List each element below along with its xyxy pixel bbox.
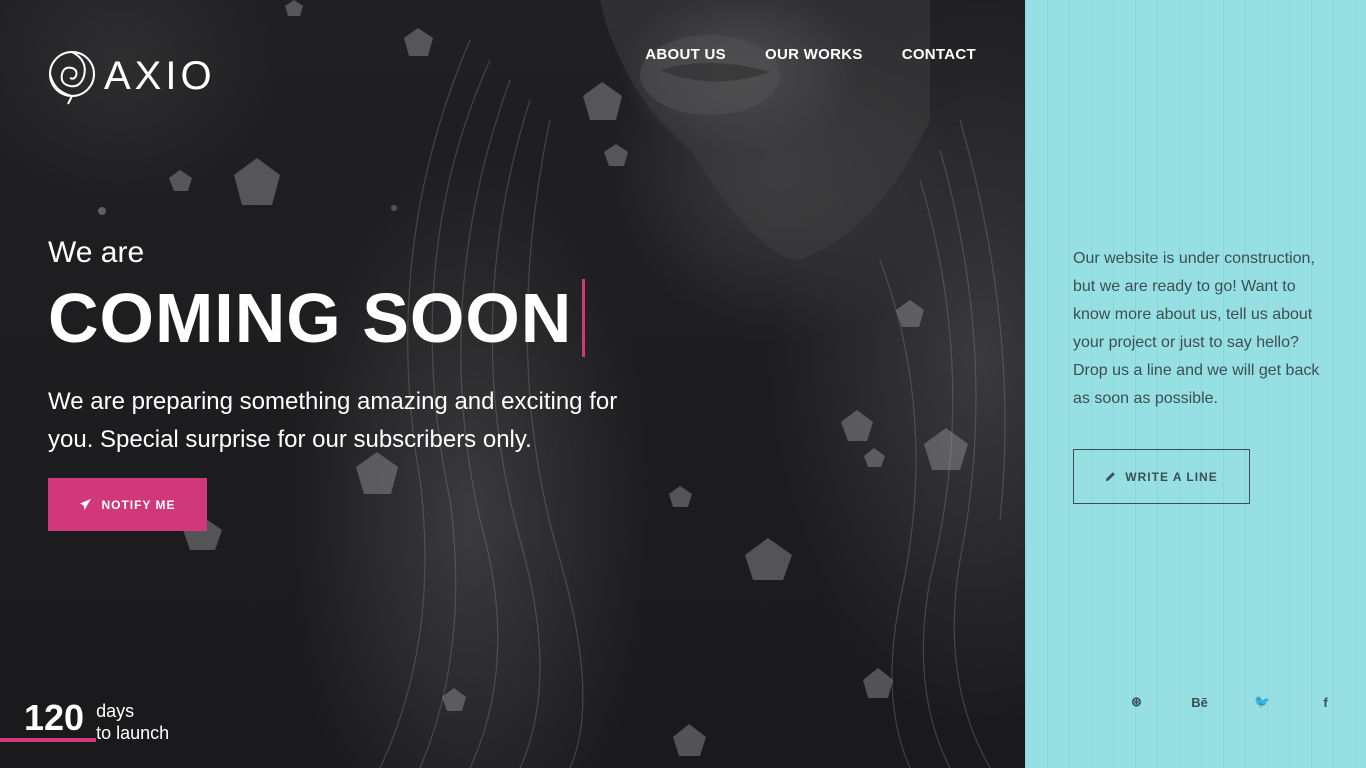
facebook-icon[interactable]: f bbox=[1294, 690, 1357, 714]
nav-item-our-works[interactable]: OUR WORKS bbox=[765, 46, 863, 63]
hero-intro: We are COMING SOON We are preparing some… bbox=[48, 238, 658, 459]
countdown-number-wrap: 120 bbox=[0, 697, 97, 742]
sidebar-message: Our website is under construction, but w… bbox=[1073, 250, 1320, 407]
main-nav: ABOUT US OUR WORKS CONTACT bbox=[645, 46, 976, 63]
brand-name: AXIO bbox=[104, 54, 216, 98]
notify-me-label: NOTIFY ME bbox=[101, 497, 176, 512]
launch-countdown: 120 days to launch bbox=[0, 698, 169, 744]
typing-cursor bbox=[582, 279, 586, 357]
countdown-labels: days to launch bbox=[96, 700, 169, 744]
contact-sidebar: Our website is under construction, but w… bbox=[1025, 0, 1366, 768]
countdown-unit: days bbox=[96, 701, 135, 721]
nav-item-contact[interactable]: CONTACT bbox=[902, 46, 976, 63]
headline-row: COMING SOON bbox=[48, 279, 658, 357]
countdown-days-value: 120 bbox=[24, 697, 85, 738]
twitter-icon[interactable]: 🐦 bbox=[1231, 690, 1294, 714]
intro-text: We are bbox=[48, 236, 145, 269]
brand-logo[interactable]: AXIO bbox=[48, 46, 216, 106]
notify-me-button[interactable]: NOTIFY ME bbox=[48, 478, 207, 531]
write-a-line-label: WRITE A LINE bbox=[1125, 469, 1218, 484]
nav-item-about-us[interactable]: ABOUT US bbox=[645, 46, 726, 63]
hero-section: AXIO ABOUT US OUR WORKS CONTACT We are C… bbox=[0, 0, 1025, 768]
behance-icon[interactable]: Bē bbox=[1168, 690, 1231, 714]
nautilus-logo-icon bbox=[49, 51, 95, 105]
dribbble-icon[interactable]: ⊛ bbox=[1105, 690, 1168, 714]
countdown-caption: to launch bbox=[96, 723, 170, 743]
hero-description: We are preparing something amazing and e… bbox=[48, 388, 618, 453]
pencil-icon bbox=[1106, 472, 1116, 482]
write-a-line-button[interactable]: WRITE A LINE bbox=[1073, 449, 1250, 504]
social-links: ⊛ Bē 🐦 f bbox=[1105, 690, 1357, 714]
page-headline: COMING SOON bbox=[48, 279, 573, 357]
paper-plane-icon bbox=[80, 498, 92, 511]
